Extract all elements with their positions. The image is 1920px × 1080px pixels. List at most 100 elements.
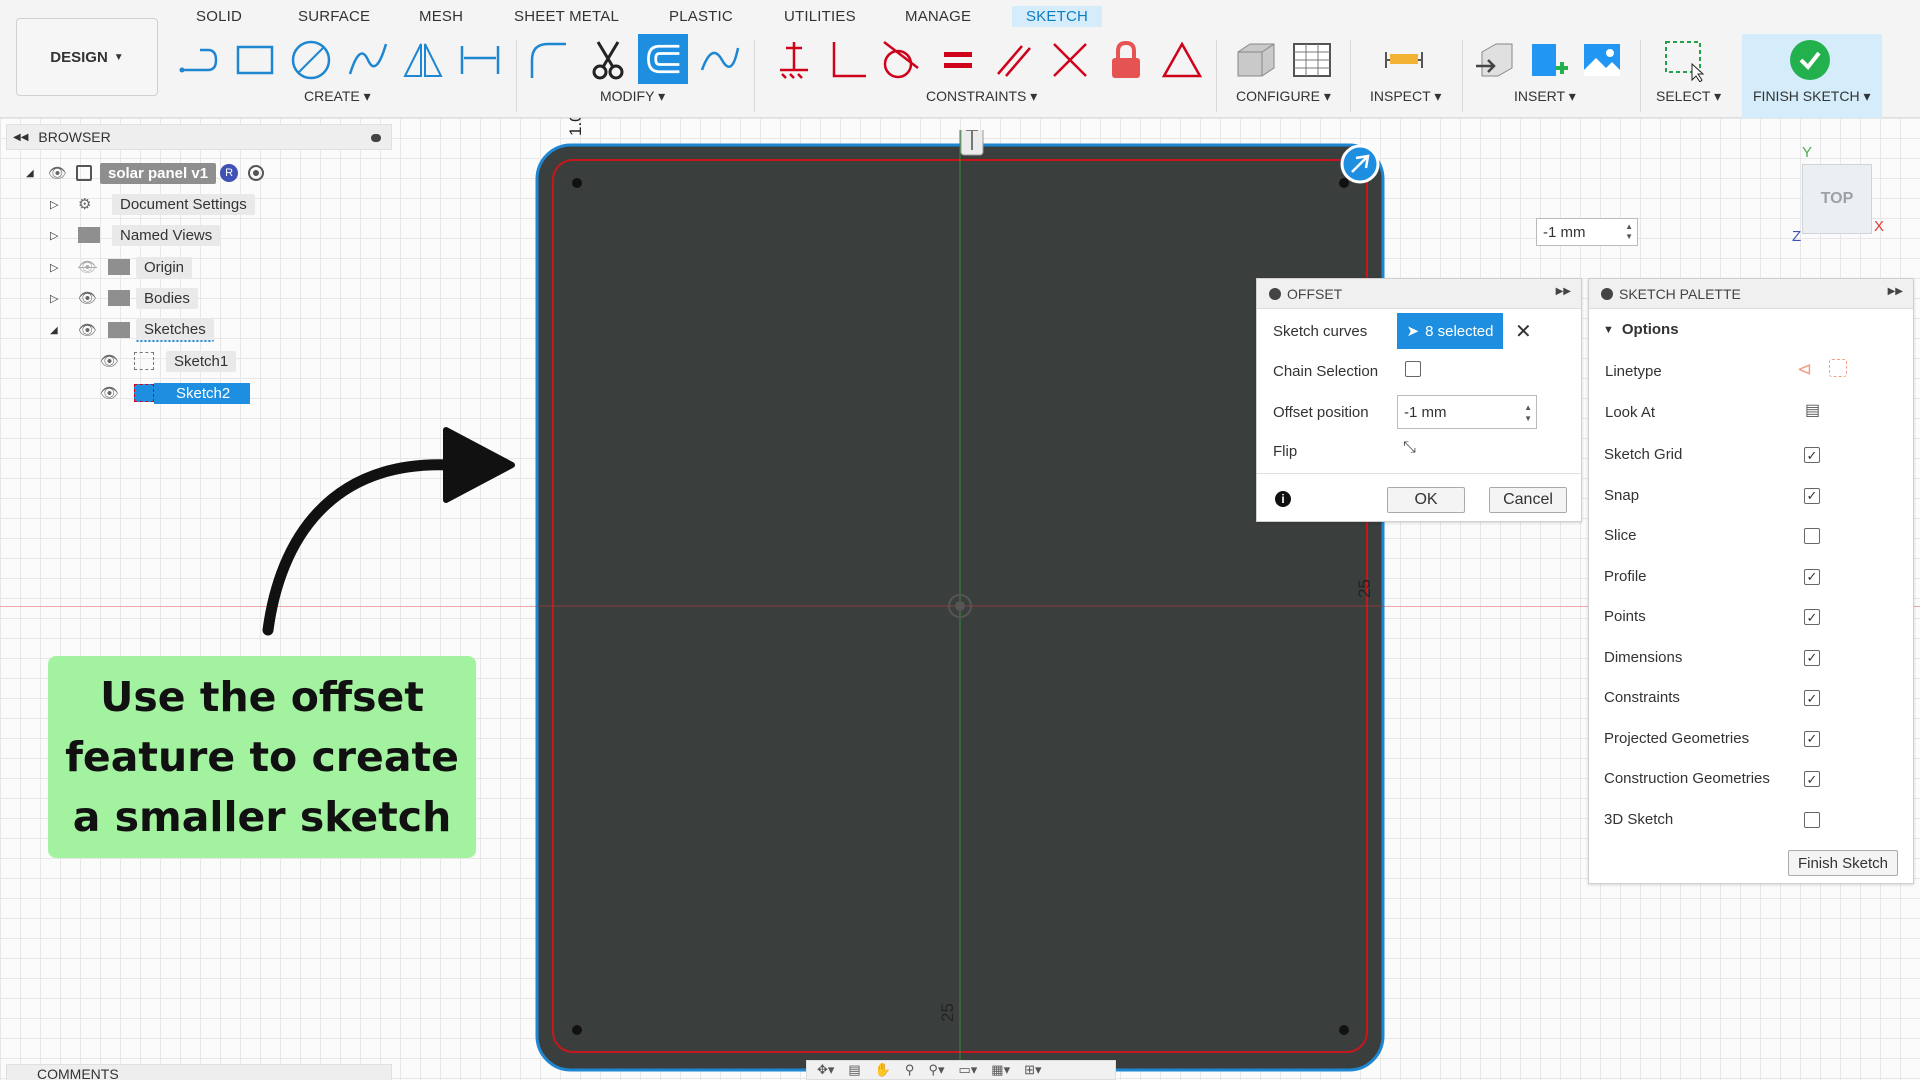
info-icon[interactable]: i xyxy=(1275,491,1291,507)
centerline-linetype-icon[interactable] xyxy=(1829,359,1847,377)
navigation-bar[interactable]: ✥▾ ▤ ✋ ⚲ ⚲▾ ▭▾ ▦▾ ⊞▾ xyxy=(806,1060,1116,1080)
minus-circle-icon[interactable] xyxy=(1601,287,1613,300)
tab-sheet-metal[interactable]: SHEET METAL xyxy=(514,8,619,25)
tree-item-sketch1[interactable]: 👁 Sketch1 xyxy=(100,348,237,374)
tree-item-named-views[interactable]: ▷ Named Views xyxy=(50,222,221,248)
tab-manage[interactable]: MANAGE xyxy=(905,8,971,25)
group-select[interactable]: SELECT ▾ xyxy=(1656,88,1721,105)
insert-image-icon[interactable] xyxy=(1580,38,1624,82)
line-tool-icon[interactable] xyxy=(178,38,222,82)
trim-scissors-icon[interactable] xyxy=(586,38,630,82)
tree-item-bodies[interactable]: ▷ 👁 Bodies xyxy=(50,285,198,311)
collapse-triangle-icon[interactable]: ▼ xyxy=(1603,324,1614,336)
group-finish-sketch[interactable]: FINISH SKETCH ▾ xyxy=(1753,88,1870,105)
measure-icon[interactable] xyxy=(1382,38,1426,82)
fillet-tool-icon[interactable] xyxy=(526,38,570,82)
expand-triangle-icon[interactable]: ▷ xyxy=(50,198,78,211)
fit-icon[interactable]: ⚲▾ xyxy=(928,1062,944,1078)
expand-triangle-icon[interactable]: ▷ xyxy=(50,229,78,242)
tree-item-sketches[interactable]: ◢ 👁 Sketches xyxy=(50,317,214,343)
group-create[interactable]: CREATE ▾ xyxy=(304,88,371,105)
palette-option-checkbox[interactable] xyxy=(1804,811,1820,828)
palette-option-checkbox[interactable]: ✓ xyxy=(1804,568,1820,585)
group-insert[interactable]: INSERT ▾ xyxy=(1514,88,1576,105)
eye-hidden-icon[interactable]: 👁 xyxy=(78,258,108,276)
zoom-icon[interactable]: ⚲ xyxy=(905,1062,915,1078)
look-at-icon[interactable]: ▤ xyxy=(1805,400,1820,420)
tab-surface[interactable]: SURFACE xyxy=(298,8,370,25)
sketch-curves-selection[interactable]: ➤ 8 selected xyxy=(1397,313,1503,349)
eye-icon[interactable]: 👁 xyxy=(78,321,108,339)
tree-item-document-settings[interactable]: ▷ ⚙ Document Settings xyxy=(50,191,255,217)
offset-position-input[interactable]: -1 mm ▲ ▼ xyxy=(1397,395,1537,429)
palette-option-checkbox[interactable] xyxy=(1804,528,1820,544)
eye-icon[interactable]: 👁 xyxy=(100,352,134,370)
stepper-icon[interactable]: ▲ ▼ xyxy=(1524,402,1532,424)
spline-tool-icon[interactable] xyxy=(698,38,742,82)
expand-triangle-icon[interactable]: ▷ xyxy=(50,292,78,305)
sketch-palette-header[interactable]: SKETCH PALETTE ▶▶ xyxy=(1589,279,1913,309)
configure-box-icon[interactable] xyxy=(1234,38,1278,82)
coincident-constraint-icon[interactable] xyxy=(1048,38,1092,82)
radio-target-icon[interactable] xyxy=(248,165,265,181)
parallel-constraint-icon[interactable] xyxy=(992,38,1036,82)
collapse-triangle-icon[interactable]: ◢ xyxy=(50,325,78,336)
tree-root[interactable]: ◢ 👁 solar panel v1 R xyxy=(26,160,265,186)
mirror-tool-icon[interactable] xyxy=(401,38,445,82)
dimension-tool-icon[interactable] xyxy=(458,38,502,82)
palette-option-checkbox[interactable]: ✓ xyxy=(1804,690,1820,706)
group-constraints[interactable]: CONSTRAINTS ▾ xyxy=(926,88,1037,105)
eye-icon[interactable]: 👁 xyxy=(48,164,76,182)
palette-option-checkbox[interactable]: ✓ xyxy=(1804,609,1820,625)
group-inspect[interactable]: INSPECT ▾ xyxy=(1370,88,1441,105)
tab-mesh[interactable]: MESH xyxy=(419,8,463,25)
flip-arrows-icon[interactable]: ⤡ xyxy=(1403,439,1416,457)
circle-tool-icon[interactable] xyxy=(289,38,333,82)
perpendicular-constraint-icon[interactable] xyxy=(826,38,870,82)
finish-check-icon[interactable] xyxy=(1790,40,1830,80)
dimension-input-box[interactable]: -1 mm ▲ ▼ xyxy=(1536,218,1638,246)
chain-selection-checkbox[interactable] xyxy=(1405,361,1421,377)
stepper-icon[interactable]: ▲ ▼ xyxy=(1625,222,1633,242)
group-modify[interactable]: MODIFY ▾ xyxy=(600,88,665,105)
offset-tool-icon[interactable] xyxy=(638,34,688,84)
palette-option-checkbox[interactable]: ✓ xyxy=(1804,771,1820,787)
minus-circle-icon[interactable] xyxy=(1269,287,1281,300)
finish-sketch-button[interactable]: Finish Sketch xyxy=(1788,850,1898,876)
expand-triangle-icon[interactable]: ▷ xyxy=(50,261,78,274)
grid-icon[interactable]: ▦▾ xyxy=(991,1062,1010,1078)
tab-solid[interactable]: SOLID xyxy=(196,8,242,25)
arc-tool-icon[interactable] xyxy=(346,38,390,82)
tab-sketch[interactable]: SKETCH xyxy=(1012,6,1103,27)
browser-header[interactable]: ◀◀ BROWSER xyxy=(6,124,392,150)
browser-minimize-icon[interactable] xyxy=(371,134,381,142)
orbit-icon[interactable]: ✥▾ xyxy=(817,1062,834,1078)
fix-constraint-icon[interactable] xyxy=(772,38,816,82)
tangent-constraint-icon[interactable] xyxy=(878,38,922,82)
workspace-switcher[interactable]: DESIGN ▼ xyxy=(16,18,158,96)
eye-icon[interactable]: 👁 xyxy=(78,289,108,307)
viewports-icon[interactable]: ⊞▾ xyxy=(1024,1062,1041,1078)
triangle-warning-icon[interactable] xyxy=(1160,38,1204,82)
group-configure[interactable]: CONFIGURE ▾ xyxy=(1236,88,1331,105)
comments-bar[interactable]: COMMENTS xyxy=(6,1064,392,1080)
pan-hand-icon[interactable]: ✋ xyxy=(875,1062,891,1078)
sketch-geometry[interactable] xyxy=(520,130,1400,1080)
tab-utilities[interactable]: UTILITIES xyxy=(784,8,856,25)
palette-option-checkbox[interactable]: ✓ xyxy=(1804,487,1820,504)
look-at-icon[interactable]: ▤ xyxy=(848,1062,860,1078)
collapse-left-icon[interactable]: ◀◀ xyxy=(13,132,28,143)
collapse-triangle-icon[interactable]: ◢ xyxy=(26,168,48,179)
lock-icon[interactable] xyxy=(1104,38,1148,82)
clear-selection-icon[interactable]: ✕ xyxy=(1515,319,1532,344)
table-icon[interactable] xyxy=(1290,38,1334,82)
expand-panel-icon[interactable]: ▶▶ xyxy=(1888,286,1903,297)
tab-plastic[interactable]: PLASTIC xyxy=(669,8,733,25)
equal-constraint-icon[interactable] xyxy=(936,38,980,82)
palette-option-checkbox[interactable]: ✓ xyxy=(1804,730,1820,747)
ok-button[interactable]: OK xyxy=(1387,487,1465,513)
select-window-icon[interactable] xyxy=(1662,38,1706,83)
dimension-right[interactable]: 25 xyxy=(1355,579,1375,598)
construction-linetype-icon[interactable]: ⊲ xyxy=(1797,359,1812,380)
options-section-header[interactable]: ▼ Options xyxy=(1603,321,1679,338)
